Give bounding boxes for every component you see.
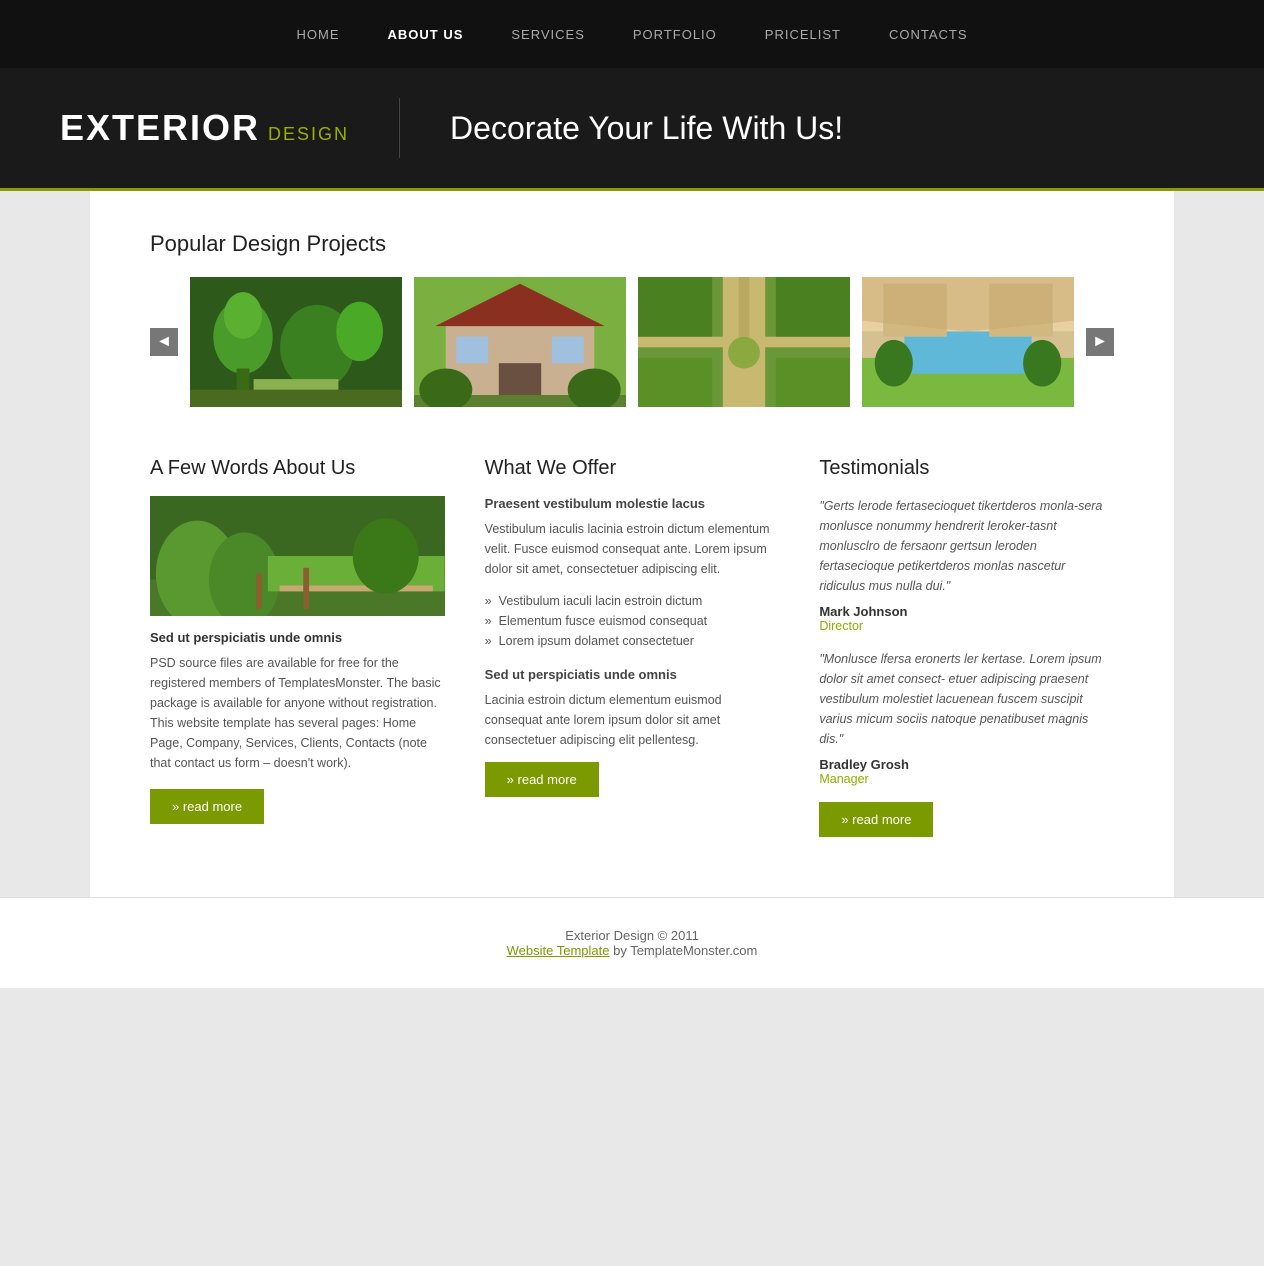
gallery-next-button[interactable]: ► [1086, 328, 1114, 356]
offer-list-item: Vestibulum iaculi lacin estroin dictum [485, 591, 780, 611]
about-column: A Few Words About Us Sed ut perspic [150, 457, 445, 837]
nav-link-contacts[interactable]: CONTACTS [889, 27, 968, 42]
nav-item-contacts[interactable]: CONTACTS [889, 26, 968, 42]
nav-item-home[interactable]: HOME [296, 26, 339, 42]
nav-link-home[interactable]: HOME [296, 27, 339, 42]
hero-divider [399, 98, 400, 158]
gallery-prev-button[interactable]: ◄ [150, 328, 178, 356]
gallery-wrapper: ◄ [150, 277, 1114, 407]
footer-copyright: Exterior Design © 2011 [30, 928, 1234, 943]
testimonial-quote-1: "Gerts lerode fertasecioquet tikertderos… [819, 496, 1114, 596]
nav-link-about[interactable]: ABOUT US [387, 27, 463, 42]
testimonials-readmore-button[interactable]: » read more [819, 802, 933, 837]
offer-list-item: Lorem ipsum dolamet consectetuer [485, 631, 780, 651]
about-subtitle: Sed ut perspiciatis unde omnis [150, 630, 445, 645]
testimonials-title: Testimonials [819, 457, 1114, 480]
testimonial-quote-2: "Monlusce lfersa eronerts ler kertase. L… [819, 649, 1114, 749]
offer-column: What We Offer Praesent vestibulum molest… [485, 457, 780, 837]
about-readmore-button[interactable]: » read more [150, 789, 264, 824]
testimonials-column: Testimonials "Gerts lerode fertasecioque… [819, 457, 1114, 837]
gallery-item[interactable] [190, 277, 402, 407]
gallery-item[interactable] [638, 277, 850, 407]
testimonial-name-2: Bradley Grosh [819, 757, 1114, 772]
hero-logo: EXTERIOR DESIGN [60, 107, 349, 149]
nav-link-portfolio[interactable]: PORTFOLIO [633, 27, 717, 42]
about-body: PSD source files are available for free … [150, 653, 445, 773]
gallery-item[interactable] [414, 277, 626, 407]
offer-list-item: Elementum fusce euismod consequat [485, 611, 780, 631]
about-image [150, 496, 445, 616]
main-content: Popular Design Projects ◄ [90, 191, 1174, 897]
hero-section: EXTERIOR DESIGN Decorate Your Life With … [0, 68, 1264, 191]
footer-template-link[interactable]: Website Template [507, 943, 610, 958]
testimonial-role-1: Director [819, 619, 1114, 633]
about-title: A Few Words About Us [150, 457, 445, 480]
offer-title: What We Offer [485, 457, 780, 480]
testimonial-name-1: Mark Johnson [819, 604, 1114, 619]
testimonial-role-2: Manager [819, 772, 1114, 786]
hero-tagline: Decorate Your Life With Us! [450, 110, 843, 147]
offer-readmore-button[interactable]: » read more [485, 762, 599, 797]
footer-suffix: by TemplateMonster.com [609, 943, 757, 958]
footer: Exterior Design © 2011 Website Template … [0, 897, 1264, 988]
offer-subtitle1: Praesent vestibulum molestie lacus [485, 496, 780, 511]
offer-list: Vestibulum iaculi lacin estroin dictum E… [485, 591, 780, 651]
nav-item-pricelist[interactable]: PRICELIST [765, 26, 841, 42]
footer-template: Website Template by TemplateMonster.com [30, 943, 1234, 958]
gallery-title: Popular Design Projects [150, 221, 1114, 257]
offer-text1: Vestibulum iaculis lacinia estroin dictu… [485, 519, 780, 579]
nav-link-services[interactable]: SERVICES [511, 27, 585, 42]
offer-subtitle2: Sed ut perspiciatis unde omnis [485, 667, 780, 682]
gallery-item[interactable] [862, 277, 1074, 407]
nav-item-about[interactable]: ABOUT US [387, 26, 463, 42]
main-nav: HOME ABOUT US SERVICES PORTFOLIO PRICELI… [0, 0, 1264, 68]
offer-text2: Lacinia estroin dictum elementum euismod… [485, 690, 780, 750]
nav-link-pricelist[interactable]: PRICELIST [765, 27, 841, 42]
nav-item-services[interactable]: SERVICES [511, 26, 585, 42]
three-column-section: A Few Words About Us Sed ut perspic [150, 457, 1114, 837]
logo-design: DESIGN [268, 124, 349, 145]
gallery-items [190, 277, 1074, 407]
logo-exterior: EXTERIOR [60, 107, 260, 149]
nav-item-portfolio[interactable]: PORTFOLIO [633, 26, 717, 42]
